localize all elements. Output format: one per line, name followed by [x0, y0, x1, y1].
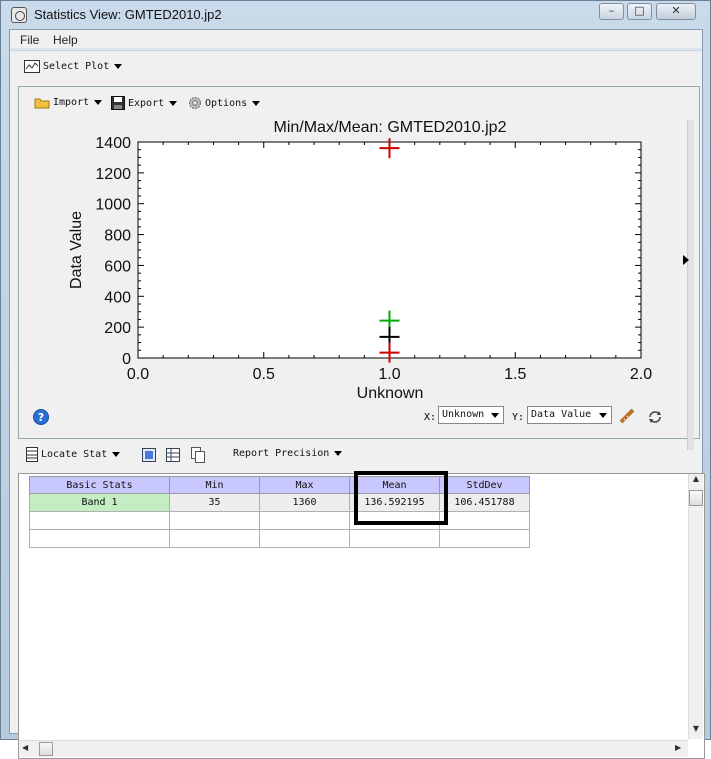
maximize-button[interactable]: □: [627, 3, 652, 20]
spreadsheet-icon: [26, 447, 38, 462]
table-cell[interactable]: 1360: [259, 493, 350, 512]
chevron-down-icon: [94, 100, 103, 105]
plot-icon: [24, 60, 40, 73]
table-cell[interactable]: [349, 529, 440, 548]
menu-file[interactable]: File: [20, 33, 39, 47]
scatter-chart: Min/Max/Mean: GMTED2010.jp2 Unknown Data…: [68, 119, 652, 402]
y-tick-label: 1000: [95, 197, 131, 214]
expand-arrow-icon[interactable]: [682, 255, 690, 265]
chevron-down-icon: [491, 413, 499, 418]
y-axis-label: Data Value: [68, 211, 85, 289]
table-row[interactable]: [29, 511, 530, 530]
stats-grid: Basic Stats Min Max Mean StdDev Band 1 3…: [18, 471, 705, 759]
h-scroll-thumb[interactable]: [39, 742, 53, 756]
refresh-icon[interactable]: [647, 409, 663, 425]
minimize-button[interactable]: –: [599, 3, 624, 20]
table-cell[interactable]: [29, 511, 170, 530]
select-plot-button[interactable]: Select Plot: [24, 60, 123, 73]
options-label: Options: [205, 97, 248, 109]
y-tick-label: 600: [104, 258, 131, 275]
table-cell[interactable]: 106.451788: [439, 493, 530, 512]
scroll-left-icon[interactable]: ◀: [22, 743, 28, 752]
help-icon[interactable]: ?: [33, 409, 49, 425]
column-header[interactable]: Min: [169, 476, 260, 494]
table-row[interactable]: [29, 529, 530, 548]
y-axis-select-value: Data Value: [531, 409, 592, 420]
x-tick-label: 1.5: [504, 366, 526, 383]
chevron-down-icon: [599, 413, 607, 418]
report-precision-label: Report Precision: [233, 448, 330, 459]
single-view-icon[interactable]: [142, 448, 156, 462]
table-cell[interactable]: 35: [169, 493, 260, 512]
scroll-down-icon[interactable]: ▼: [689, 724, 703, 736]
svg-text:?: ?: [38, 411, 44, 424]
statistics-window: Statistics View: GMTED2010.jp2 – □ ✕ Fil…: [0, 0, 711, 759]
close-button[interactable]: ✕: [656, 3, 696, 20]
table-cell[interactable]: [169, 529, 260, 548]
plot-scrollbar[interactable]: [687, 120, 694, 450]
x-axis-select[interactable]: Unknown: [438, 406, 504, 424]
table-cell[interactable]: [439, 529, 530, 548]
y-tick-label: 1200: [95, 166, 131, 183]
title-bar: Statistics View: GMTED2010.jp2 – □ ✕: [1, 1, 710, 29]
mean-highlight-box: [354, 471, 448, 525]
grid-vertical-scrollbar[interactable]: ▲ ▼: [688, 474, 703, 739]
select-plot-label: Select Plot: [43, 61, 110, 72]
copy-icon[interactable]: [191, 447, 205, 463]
y-axis-select[interactable]: Data Value: [527, 406, 612, 424]
chart-title: Min/Max/Mean: GMTED2010.jp2: [274, 119, 507, 136]
export-label: Export: [128, 97, 165, 109]
column-header[interactable]: Max: [259, 476, 350, 494]
window-title: Statistics View: GMTED2010.jp2: [34, 7, 222, 22]
table-row[interactable]: Band 1 35 1360 136.592195 106.451788: [29, 493, 530, 512]
row-label-cell[interactable]: Band 1: [29, 493, 170, 512]
report-precision-button[interactable]: Report Precision: [233, 448, 343, 459]
window-client: File Help Select Plot Import Export Opti…: [9, 29, 705, 759]
column-header[interactable]: StdDev: [439, 476, 530, 494]
column-header[interactable]: Basic Stats: [29, 476, 170, 494]
x-tick-label: 0.0: [127, 366, 149, 383]
y-tick-label: 800: [104, 228, 131, 245]
scroll-right-icon[interactable]: ▶: [675, 743, 681, 752]
y-tick-label: 400: [104, 289, 131, 306]
table-cell[interactable]: [259, 511, 350, 530]
chevron-down-icon: [112, 452, 121, 457]
chevron-down-icon: [169, 100, 178, 106]
table-cell[interactable]: [29, 529, 170, 548]
y-selector-label: Y:: [512, 412, 525, 423]
chevron-down-icon: [114, 64, 123, 69]
y-tick-label: 200: [104, 320, 131, 337]
table-view-icon[interactable]: [166, 448, 180, 462]
locate-stat-label: Locate Stat: [41, 449, 108, 460]
table-header-row: Basic Stats Min Max Mean StdDev: [29, 476, 530, 494]
table-cell[interactable]: [259, 529, 350, 548]
y-tick-label: 1400: [95, 135, 131, 152]
stats-table: Basic Stats Min Max Mean StdDev Band 1 3…: [29, 476, 530, 548]
locate-stat-button[interactable]: Locate Stat: [26, 447, 121, 462]
chevron-down-icon: [252, 100, 261, 106]
chevron-down-icon: [334, 451, 343, 456]
x-tick-label: 2.0: [630, 366, 652, 383]
x-selector-label: X:: [424, 412, 437, 423]
x-axis-select-value: Unknown: [442, 409, 485, 420]
import-label: Import: [53, 97, 90, 108]
menu-help[interactable]: Help: [53, 33, 78, 47]
app-icon: [11, 7, 27, 23]
table-cell[interactable]: [169, 511, 260, 530]
table-cell[interactable]: [439, 511, 530, 530]
scroll-up-icon[interactable]: ▲: [689, 474, 703, 486]
x-axis-label: Unknown: [357, 385, 424, 402]
menu-bar: File Help: [10, 30, 702, 51]
scroll-thumb[interactable]: [689, 490, 703, 506]
ruler-icon[interactable]: [619, 408, 635, 424]
x-tick-label: 0.5: [253, 366, 275, 383]
x-tick-label: 1.0: [378, 366, 400, 383]
grid-horizontal-scrollbar[interactable]: ◀ ▶: [19, 740, 688, 757]
